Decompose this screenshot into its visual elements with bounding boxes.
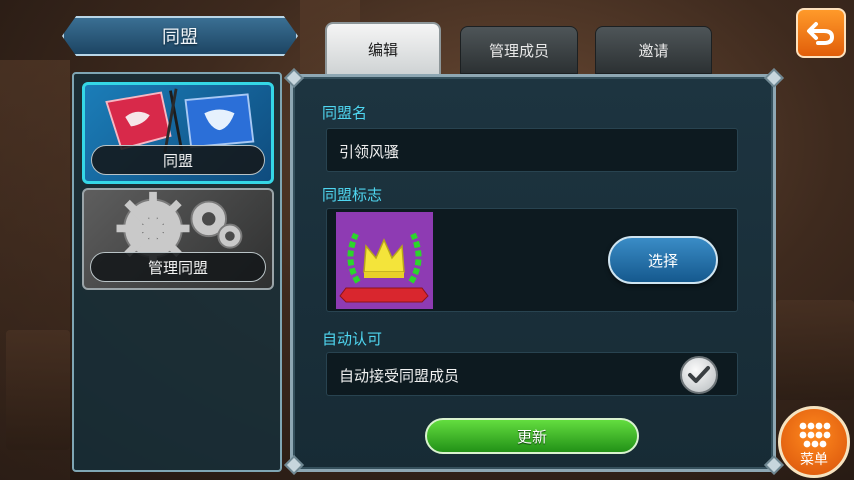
back-arrow-icon [807, 22, 835, 45]
auto-accept-checkbox[interactable] [680, 356, 718, 394]
menu-grid-icon [799, 422, 831, 448]
tab-edit[interactable]: 编辑 [325, 22, 441, 74]
menu-label: 菜单 [800, 452, 828, 468]
sidebar-item-label: 管理同盟 [90, 252, 266, 282]
auto-accept-row: 自动接受同盟成员 [326, 352, 738, 396]
alliance-name-field[interactable]: 引领风骚 [326, 128, 738, 172]
auto-accept-label: 自动认可 [322, 330, 383, 348]
alliance-emblem-image [336, 212, 433, 309]
alliance-sidebar: 同盟 管理同盟 [72, 72, 282, 472]
background-shelf [776, 300, 854, 400]
tab-invite[interactable]: 邀请 [595, 26, 712, 74]
update-button[interactable]: 更新 [425, 418, 639, 454]
page-title: 同盟 [62, 16, 298, 56]
background-chest [6, 330, 70, 450]
crown-laurel-icon [339, 232, 429, 303]
sidebar-item-label: 同盟 [91, 145, 265, 175]
checkmark-icon [688, 366, 710, 383]
auto-accept-text: 自动接受同盟成员 [339, 367, 460, 385]
sidebar-item-alliance[interactable]: 同盟 [82, 82, 274, 184]
tab-manage-members[interactable]: 管理成员 [460, 26, 578, 74]
alliance-name-label: 同盟名 [322, 104, 368, 122]
alliance-emblem-label: 同盟标志 [322, 186, 383, 204]
menu-button[interactable]: 菜单 [778, 406, 850, 478]
sidebar-item-manage-alliance[interactable]: 管理同盟 [82, 188, 274, 290]
select-emblem-button[interactable]: 选择 [608, 236, 718, 284]
alliance-name-value: 引领风骚 [339, 143, 400, 161]
back-button[interactable] [796, 8, 846, 58]
